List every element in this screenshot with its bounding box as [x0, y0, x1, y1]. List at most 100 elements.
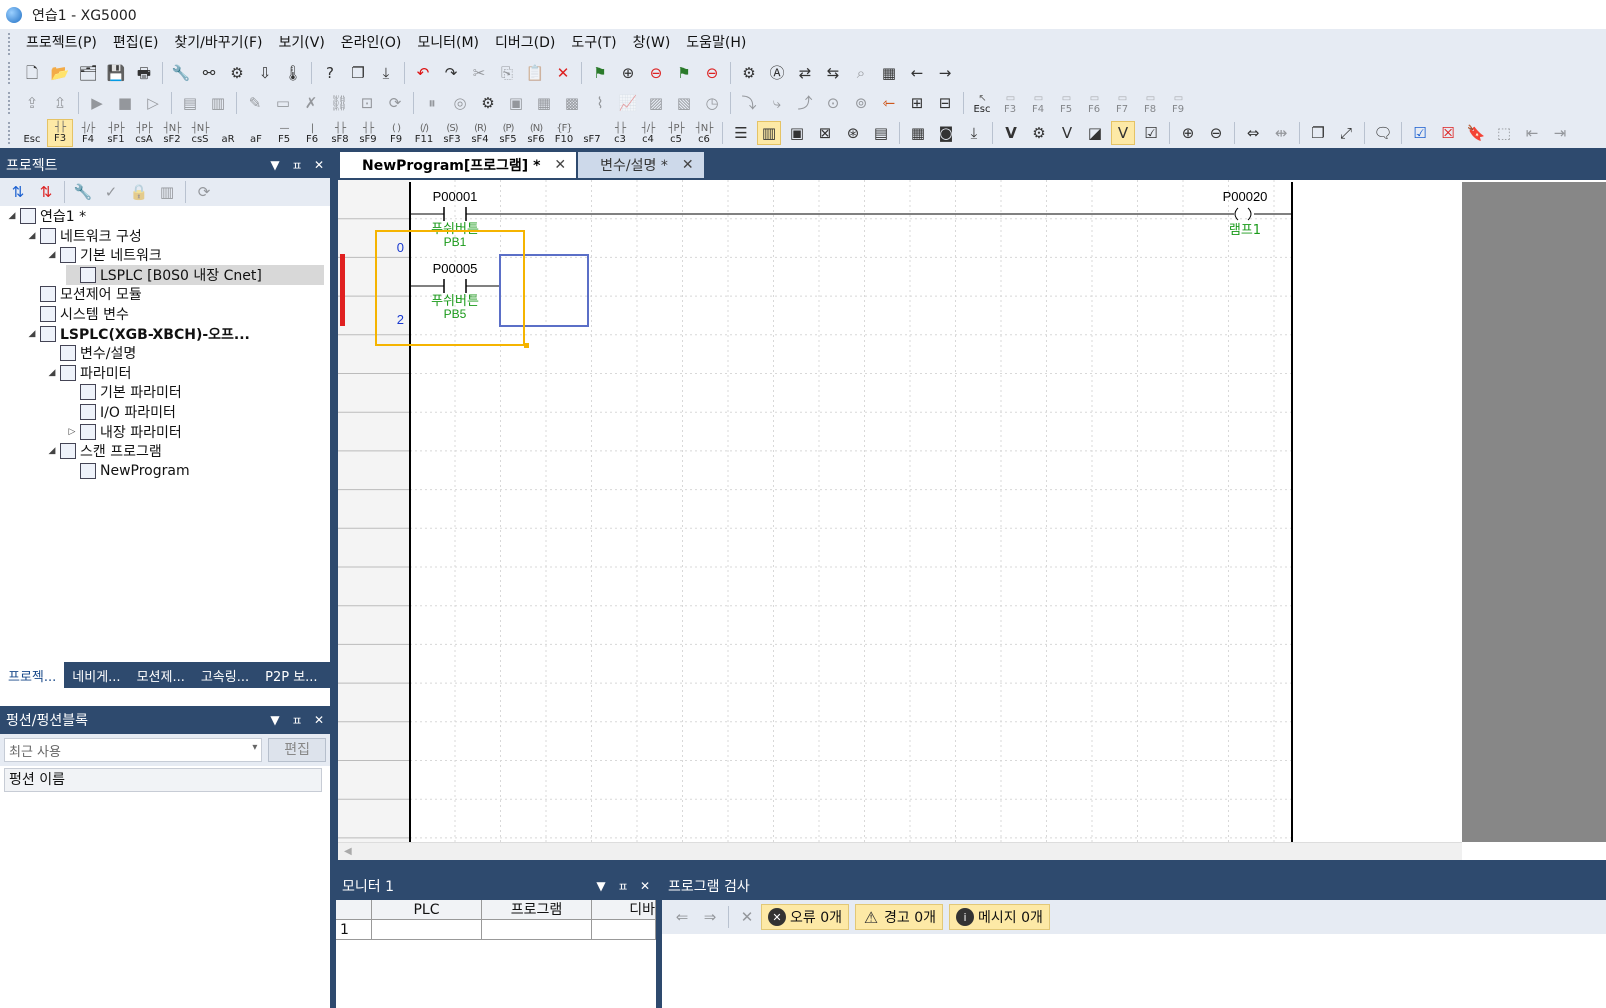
ladder-key-sf1[interactable]: ┤P├ sF1 — [103, 119, 129, 147]
help-icon[interactable]: ? — [318, 61, 342, 85]
fkey-f9-button[interactable]: ▭ F9 — [1165, 89, 1191, 117]
tree-item[interactable]: ◢ LSPLC(XGB-XBCH)-오프... — [26, 324, 250, 344]
run-icon[interactable]: ▶ — [85, 91, 109, 115]
menu-view[interactable]: 보기(V) — [271, 29, 333, 58]
dropdown-arrow-icon[interactable]: ▾ — [252, 742, 257, 753]
bookmark-next-icon[interactable]: ⇥ — [1548, 121, 1572, 145]
download-icon[interactable]: ⤓ — [374, 61, 398, 85]
redo-icon[interactable]: ↷ — [439, 61, 463, 85]
ladder-key-af[interactable]: aF — [243, 119, 269, 147]
horizontal-scrollbar[interactable]: ◀ — [338, 842, 1462, 860]
monitor-settings-icon[interactable]: ⚙ — [476, 91, 500, 115]
ladder-key-sf8[interactable]: ┤├ sF8 — [327, 119, 353, 147]
insert-line-icon[interactable]: ⚑ — [672, 61, 696, 85]
expand-columns-icon[interactable]: ⇔ — [1241, 121, 1265, 145]
breakpoint-icon[interactable]: ⊙ — [821, 91, 845, 115]
open-folder-icon[interactable]: 📂 — [48, 61, 72, 85]
refresh-icon[interactable]: ⟳ — [383, 91, 407, 115]
cancel-box-icon[interactable]: ☒ — [1436, 121, 1460, 145]
check-program-icon[interactable]: ☑ — [1139, 121, 1163, 145]
connection-settings-icon[interactable]: ⚙ — [225, 61, 249, 85]
ladder-canvas[interactable]: P00001푸쉬버튼PB1P00020램프10P00005푸쉬버튼PB52 — [338, 180, 1462, 842]
tab-newprogram[interactable]: NewProgram[프로그램] * ✕ — [340, 152, 577, 178]
menu-project[interactable]: 프로젝트(P) — [18, 29, 105, 58]
close-tab-icon[interactable]: ✕ — [554, 157, 566, 173]
tree-item[interactable]: 기본 파라미터 — [66, 382, 182, 402]
ladder-key-c4[interactable]: ┤/├ c4 — [635, 119, 661, 147]
breakpoint-list-icon[interactable]: ⊚ — [849, 91, 873, 115]
menu-help[interactable]: 도움말(H) — [678, 29, 754, 58]
timer-icon[interactable]: ◷ — [700, 91, 724, 115]
replace-icon[interactable]: ⇄ — [793, 61, 817, 85]
fkey-f7-button[interactable]: ▭ F7 — [1109, 89, 1135, 117]
table-row[interactable]: 1 — [336, 920, 656, 940]
chart-icon[interactable]: ▨ — [644, 91, 668, 115]
pin-icon[interactable]: ㅍ — [286, 157, 308, 174]
tree-item[interactable]: I/O 파라미터 — [66, 402, 176, 422]
ladder-key-sf5[interactable]: (P) sF5 — [495, 119, 521, 147]
write-plc-icon[interactable]: ⇫ — [48, 91, 72, 115]
message-icon[interactable]: 🗨 — [1371, 121, 1395, 145]
ladder-key-c6[interactable]: ┤N├ c6 — [691, 119, 717, 147]
disconnect-project-icon[interactable]: ⇅ — [34, 180, 58, 204]
bookmark-toggle-icon[interactable]: ⚑ — [588, 61, 612, 85]
connect-project-icon[interactable]: ⇅ — [6, 180, 30, 204]
esc-key-button[interactable]: ↖ Esc — [969, 89, 995, 117]
tree-item[interactable]: ▷ 내장 파라미터 — [66, 422, 182, 442]
monitor-start-icon[interactable]: ◎ — [448, 91, 472, 115]
bookmark-prev-icon[interactable]: ⇤ — [1520, 121, 1544, 145]
ladder-key-f10[interactable]: {F} F10 — [551, 119, 577, 147]
system-monitor-icon[interactable]: ▦ — [532, 91, 556, 115]
force-io-icon[interactable]: ⊡ — [355, 91, 379, 115]
step-over-icon[interactable]: ⤷ — [765, 91, 789, 115]
device-monitor-icon[interactable]: ▣ — [504, 91, 528, 115]
description-view-icon[interactable]: ▤ — [869, 121, 893, 145]
copy-icon[interactable]: ⎘ — [495, 61, 519, 85]
chevron-down-icon[interactable]: ▼ — [264, 158, 286, 172]
fkey-f4-button[interactable]: ▭ F4 — [1025, 89, 1051, 117]
shrink-columns-icon[interactable]: ⇹ — [1269, 121, 1293, 145]
ladder-key-esc[interactable]: Esc — [19, 119, 45, 147]
print-icon[interactable]: 🖶 — [132, 61, 156, 85]
warning-filter-button[interactable]: ⚠ 경고 0개 — [855, 904, 943, 930]
ladder-key-ar[interactable]: aR — [215, 119, 241, 147]
tree-expander-icon[interactable]: ◢ — [46, 446, 58, 456]
insert-contact-icon[interactable]: ⇽ — [877, 91, 901, 115]
ladder-key-c5[interactable]: ┤P├ c5 — [663, 119, 689, 147]
tree-item[interactable]: 변수/설명 — [46, 343, 136, 363]
menu-grip[interactable] — [8, 32, 12, 55]
function-name-column-header[interactable]: 펑션 이름 — [4, 768, 322, 792]
refresh-icon[interactable]: ⟳ — [192, 180, 216, 204]
check-icon[interactable]: ✓ — [99, 180, 123, 204]
monitor-col-program[interactable]: 프로그램 — [482, 900, 592, 919]
bookmark-clear-icon[interactable]: ⬚ — [1492, 121, 1516, 145]
tree-item[interactable]: ◢ 스캔 프로그램 — [46, 441, 162, 461]
online-cancel-icon[interactable]: ✗ — [299, 91, 323, 115]
ladder-key-f6[interactable]: | F6 — [299, 119, 325, 147]
lock-icon[interactable]: 🔒 — [127, 180, 151, 204]
variable-monitor-icon[interactable]: V — [1111, 121, 1135, 145]
layout-icon[interactable]: ▦ — [906, 121, 930, 145]
bookmark-icon[interactable]: 🔖 — [1464, 121, 1488, 145]
ladder-key-sf7[interactable]: sF7 — [579, 119, 605, 147]
write-to-plc-icon[interactable]: ⇩ — [253, 61, 277, 85]
pause-icon[interactable]: ⏸ — [420, 91, 444, 115]
address-view-icon[interactable]: ⊛ — [841, 121, 865, 145]
fkey-f3-button[interactable]: ▭ F3 — [997, 89, 1023, 117]
ladder-attribute-icon[interactable]: ⊞ — [905, 91, 929, 115]
new-file-icon[interactable]: 🗋 — [20, 61, 44, 85]
copy-window-icon[interactable]: ❐ — [346, 61, 370, 85]
ladder-key-f11[interactable]: (/) F11 — [411, 119, 437, 147]
toolbar-grip[interactable] — [8, 62, 12, 84]
tab-variables[interactable]: 변수/설명 * ✕ — [578, 152, 704, 178]
menu-find-replace[interactable]: 찾기/바꾸기(F) — [166, 29, 270, 58]
ladder-key-f4[interactable]: ┤/├ F4 — [75, 119, 101, 147]
function-category-select[interactable]: 최근 사용 ▾ — [4, 738, 263, 762]
variable-check-icon[interactable]: V — [1055, 121, 1079, 145]
compare-icon[interactable]: ▥ — [155, 180, 179, 204]
ladder-comment-icon[interactable]: ⊟ — [933, 91, 957, 115]
link-icon[interactable]: ⛓ — [327, 91, 351, 115]
error-filter-button[interactable]: ✕ 오류 0개 — [761, 904, 849, 930]
tree-item[interactable]: ◢ 기본 네트워크 — [46, 245, 162, 265]
io-monitor-icon[interactable]: ▩ — [560, 91, 584, 115]
